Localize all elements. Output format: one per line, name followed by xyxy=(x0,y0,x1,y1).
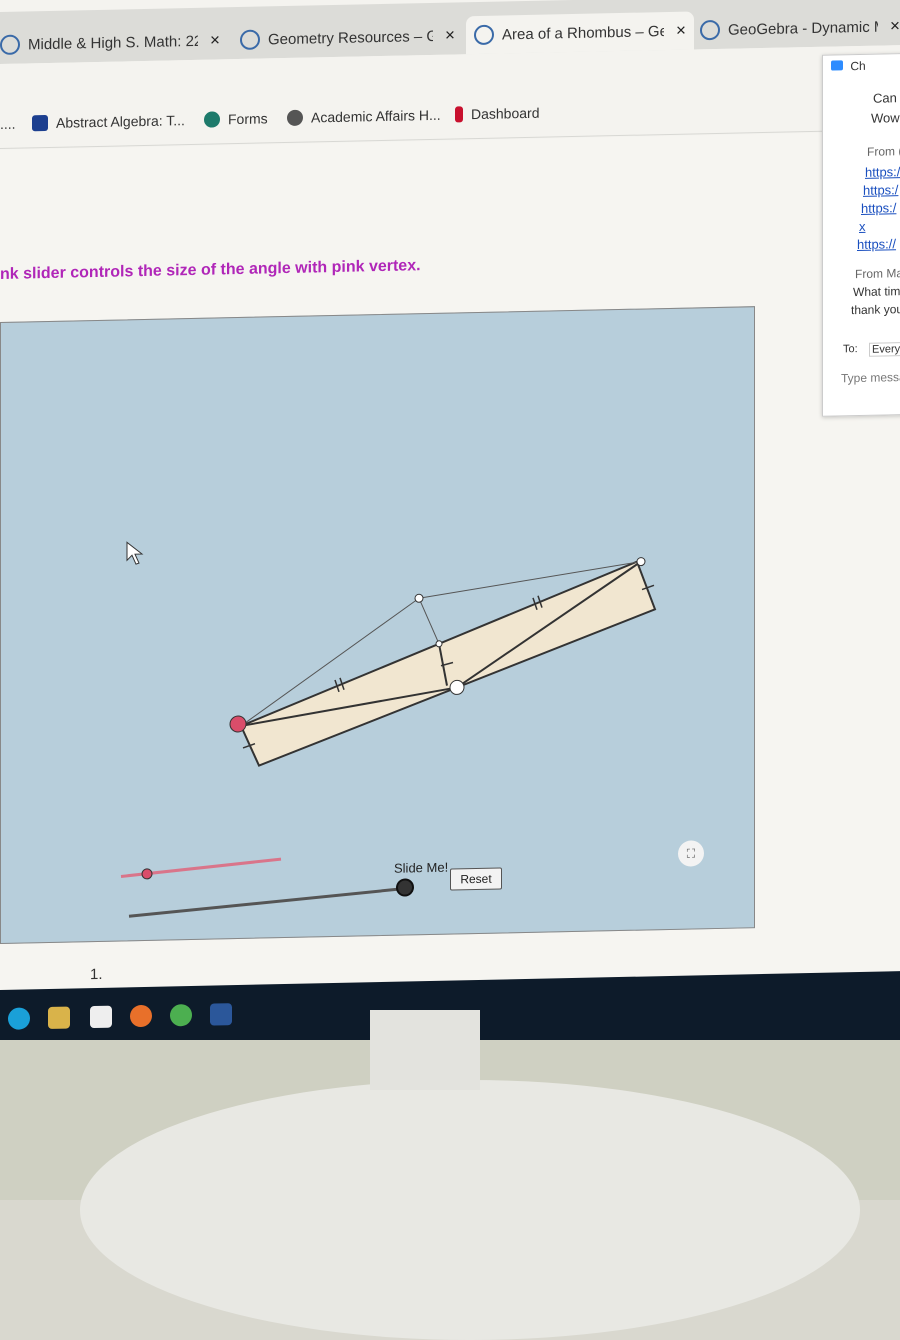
file-explorer-icon[interactable] xyxy=(48,1006,70,1029)
store-icon[interactable] xyxy=(90,1005,112,1029)
tab-geogebra-dynamic-math[interactable]: GeoGebra - Dynamic Math × xyxy=(700,7,900,49)
close-icon[interactable]: × xyxy=(890,16,900,36)
chat-link[interactable]: https:/ xyxy=(863,182,898,198)
chat-title: Ch xyxy=(831,59,866,74)
chat-link[interactable]: https:/ xyxy=(865,164,900,180)
page-content: nk slider controls the size of the angle… xyxy=(0,131,900,1060)
slide-me-handle[interactable] xyxy=(396,878,414,897)
chat-link[interactable]: x xyxy=(859,219,866,234)
sharepoint-icon xyxy=(204,111,220,128)
mouse-cursor-icon xyxy=(126,541,144,565)
chrome-icon[interactable] xyxy=(170,1003,192,1027)
globe-icon xyxy=(287,109,303,126)
word-icon[interactable] xyxy=(210,1003,232,1026)
geogebra-icon xyxy=(240,29,260,50)
tab-geometry-resources[interactable]: Geometry Resources – Geo × xyxy=(240,16,455,59)
chat-to-label: To: xyxy=(843,343,858,356)
tab-area-of-rhombus[interactable]: Area of a Rhombus – GeoG × xyxy=(466,11,694,55)
construction-line xyxy=(418,598,440,645)
monitor-stand xyxy=(370,1010,480,1090)
firefox-icon[interactable] xyxy=(130,1004,152,1028)
monitor-screen: Middle & High S. Math: 22 × Geometry Res… xyxy=(0,0,900,1060)
pink-slider-handle[interactable] xyxy=(141,868,153,880)
bookmark-forms[interactable]: Forms xyxy=(204,110,268,128)
geogebra-icon xyxy=(474,24,494,46)
monitor-base xyxy=(80,1080,860,1340)
geogebra-applet[interactable]: Slide Me! Reset ⛶ xyxy=(0,306,755,944)
rhombus-construction xyxy=(120,541,657,918)
chat-recipient-select[interactable]: Everyo xyxy=(869,341,900,357)
instruction-text: nk slider controls the size of the angle… xyxy=(0,257,421,283)
bookmark-overflow[interactable]: .... xyxy=(0,116,16,132)
reset-button[interactable]: Reset xyxy=(450,867,502,891)
question-number: 1. xyxy=(90,965,103,984)
illinois-icon xyxy=(32,114,48,132)
vertex-point[interactable] xyxy=(435,640,443,648)
edge-icon[interactable] xyxy=(8,1007,30,1030)
close-icon[interactable]: × xyxy=(445,25,455,45)
zoom-chat-panel: Ch Can Wow From ( https:/ https:/ https:… xyxy=(822,52,900,417)
bookmark-flag-icon xyxy=(455,106,463,123)
zoom-icon xyxy=(831,60,843,71)
close-icon[interactable]: × xyxy=(210,30,220,50)
slide-me-track[interactable] xyxy=(128,887,406,918)
vertex-point[interactable] xyxy=(414,593,424,603)
bookmark-dashboard[interactable]: Dashboard xyxy=(455,105,540,123)
vertex-point[interactable] xyxy=(636,557,646,567)
chat-link[interactable]: https:/ xyxy=(861,200,896,216)
bookmark-academic-affairs[interactable]: Academic Affairs H... xyxy=(287,107,441,126)
chat-message-input[interactable]: Type messa xyxy=(841,370,900,385)
chat-link[interactable]: https:// xyxy=(857,236,896,252)
geogebra-icon xyxy=(0,34,20,55)
slide-me-label: Slide Me! xyxy=(394,859,449,876)
bookmark-abstract-algebra[interactable]: Abstract Algebra: T... xyxy=(32,112,185,132)
tab-middle-high-math[interactable]: Middle & High S. Math: 22 × xyxy=(0,21,220,64)
pink-vertex[interactable] xyxy=(229,715,247,733)
center-point[interactable] xyxy=(449,679,465,695)
geogebra-icon xyxy=(700,19,720,41)
close-icon[interactable]: × xyxy=(676,21,686,41)
